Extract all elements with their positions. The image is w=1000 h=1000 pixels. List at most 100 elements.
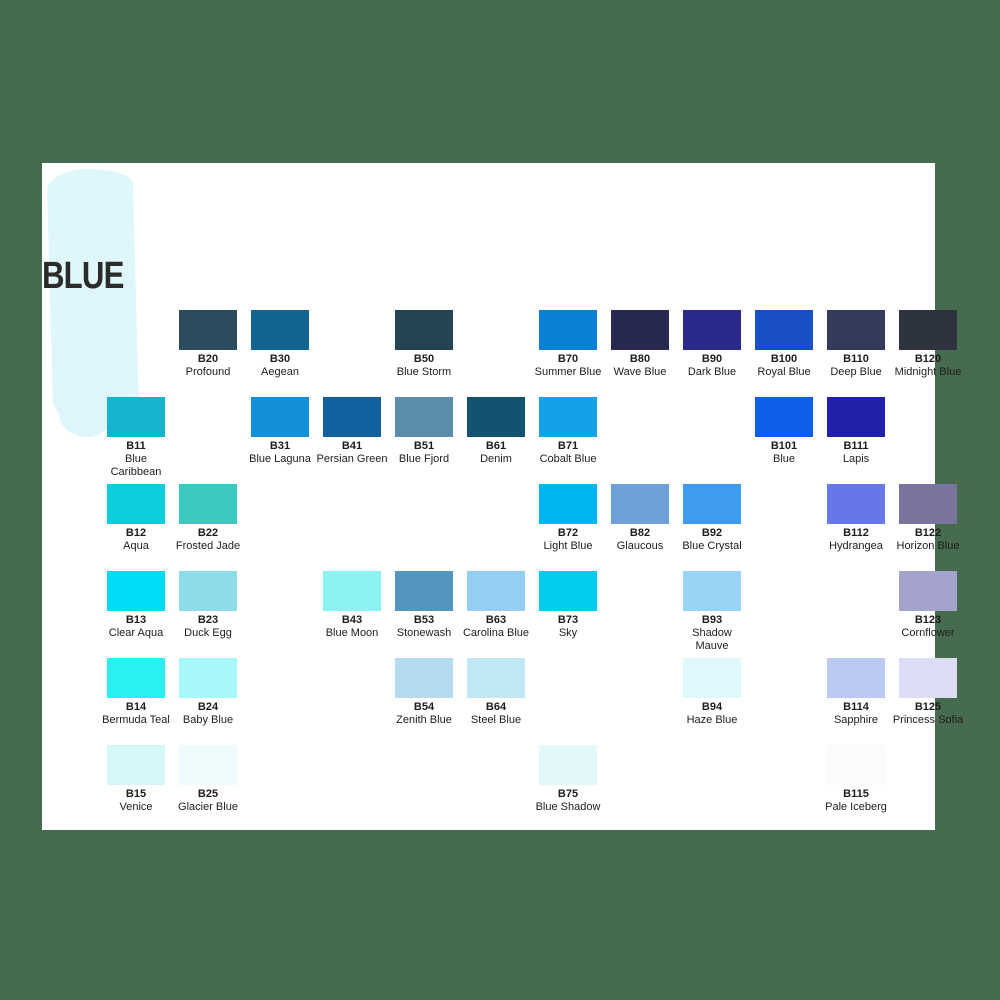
- swatch-cell-b11[interactable]: B11 Blue Caribbean: [100, 397, 172, 478]
- color-swatch-b92[interactable]: [683, 484, 741, 524]
- swatch-cell-b22[interactable]: B22 Frosted Jade: [172, 484, 244, 553]
- color-swatch-b93[interactable]: [683, 571, 741, 611]
- swatch-name: Glacier Blue: [178, 801, 238, 813]
- swatch-cell-b53[interactable]: B53 Stonewash: [388, 571, 460, 640]
- color-swatch-b100[interactable]: [755, 310, 813, 350]
- swatch-cell-b63[interactable]: B63 Carolina Blue: [460, 571, 532, 640]
- color-swatch-b101[interactable]: [755, 397, 813, 437]
- color-swatch-b12[interactable]: [107, 484, 165, 524]
- swatch-name: Glaucous: [616, 540, 664, 552]
- swatch-cell-b64[interactable]: B64 Steel Blue: [460, 658, 532, 727]
- swatch-cell-b125[interactable]: B125 Princess Sofia: [892, 658, 964, 727]
- swatch-cell-b43[interactable]: B43 Blue Moon: [316, 571, 388, 640]
- color-swatch-b110[interactable]: [827, 310, 885, 350]
- swatch-name: Steel Blue: [470, 714, 522, 726]
- swatch-cell-b90[interactable]: B90 Dark Blue: [676, 310, 748, 379]
- swatch-name: Aegean: [261, 366, 299, 378]
- swatch-cell-b24[interactable]: B24 Baby Blue: [172, 658, 244, 727]
- color-swatch-b125[interactable]: [899, 658, 957, 698]
- swatch-cell-b50[interactable]: B50 Blue Storm: [388, 310, 460, 379]
- color-swatch-b70[interactable]: [539, 310, 597, 350]
- color-swatch-b31[interactable]: [251, 397, 309, 437]
- swatch-code: B115: [843, 788, 869, 800]
- swatch-cell-b71[interactable]: B71 Cobalt Blue: [532, 397, 604, 466]
- swatch-code: B72: [557, 527, 579, 539]
- swatch-cell-b101[interactable]: B101 Blue: [748, 397, 820, 466]
- swatch-name: Blue Moon: [325, 627, 379, 639]
- swatch-code: B73: [557, 614, 579, 626]
- color-swatch-b25[interactable]: [179, 745, 237, 785]
- color-swatch-b90[interactable]: [683, 310, 741, 350]
- swatch-cell-b94[interactable]: B94 Haze Blue: [676, 658, 748, 727]
- color-swatch-b63[interactable]: [467, 571, 525, 611]
- swatch-cell-b70[interactable]: B70 Summer Blue: [532, 310, 604, 379]
- swatch-name: Princess Sofia: [892, 714, 964, 726]
- color-swatch-b41[interactable]: [323, 397, 381, 437]
- swatch-cell-b80[interactable]: B80 Wave Blue: [604, 310, 676, 379]
- swatch-grid: B20 Profound B30 Aegean B50 Blue Storm B70 Summ…: [42, 163, 963, 830]
- color-swatch-b112[interactable]: [827, 484, 885, 524]
- swatch-cell-b30[interactable]: B30 Aegean: [244, 310, 316, 379]
- color-swatch-b115[interactable]: [827, 745, 885, 785]
- color-swatch-b23[interactable]: [179, 571, 237, 611]
- swatch-cell-b20[interactable]: B20 Profound: [172, 310, 244, 379]
- color-swatch-b50[interactable]: [395, 310, 453, 350]
- swatch-name: Shadow Mauve: [692, 627, 732, 652]
- swatch-name: Aqua: [123, 540, 149, 552]
- swatch-cell-b54[interactable]: B54 Zenith Blue: [388, 658, 460, 727]
- color-swatch-b75[interactable]: [539, 745, 597, 785]
- swatch-cell-b23[interactable]: B23 Duck Egg: [172, 571, 244, 640]
- color-swatch-b15[interactable]: [107, 745, 165, 785]
- color-swatch-b22[interactable]: [179, 484, 237, 524]
- color-swatch-b80[interactable]: [611, 310, 669, 350]
- color-swatch-b30[interactable]: [251, 310, 309, 350]
- color-swatch-b24[interactable]: [179, 658, 237, 698]
- swatch-cell-b15[interactable]: B15 Venice: [100, 745, 172, 814]
- swatch-code: B93: [701, 614, 723, 626]
- swatch-cell-b123[interactable]: B123 Cornflower: [892, 571, 964, 640]
- swatch-cell-b51[interactable]: B51 Blue Fjord: [388, 397, 460, 466]
- swatch-cell-b93[interactable]: B93 Shadow Mauve: [676, 571, 748, 652]
- color-swatch-b72[interactable]: [539, 484, 597, 524]
- color-swatch-b54[interactable]: [395, 658, 453, 698]
- color-swatch-b13[interactable]: [107, 571, 165, 611]
- swatch-cell-b72[interactable]: B72 Light Blue: [532, 484, 604, 553]
- color-swatch-b114[interactable]: [827, 658, 885, 698]
- swatch-cell-b75[interactable]: B75 Blue Shadow: [532, 745, 604, 814]
- swatch-cell-b122[interactable]: B122 Horizon Blue: [892, 484, 964, 553]
- color-swatch-b111[interactable]: [827, 397, 885, 437]
- swatch-cell-b112[interactable]: B112 Hydrangea: [820, 484, 892, 553]
- color-swatch-b64[interactable]: [467, 658, 525, 698]
- swatch-cell-b25[interactable]: B25 Glacier Blue: [172, 745, 244, 814]
- swatch-cell-b82[interactable]: B82 Glaucous: [604, 484, 676, 553]
- color-swatch-b61[interactable]: [467, 397, 525, 437]
- color-swatch-b71[interactable]: [539, 397, 597, 437]
- swatch-cell-b114[interactable]: B114 Sapphire: [820, 658, 892, 727]
- swatch-cell-b92[interactable]: B92 Blue Crystal: [676, 484, 748, 553]
- swatch-cell-b73[interactable]: B73 Sky: [532, 571, 604, 640]
- color-swatch-b51[interactable]: [395, 397, 453, 437]
- color-swatch-b122[interactable]: [899, 484, 957, 524]
- swatch-cell-b110[interactable]: B110 Deep Blue: [820, 310, 892, 379]
- color-swatch-b53[interactable]: [395, 571, 453, 611]
- swatch-cell-b12[interactable]: B12 Aqua: [100, 484, 172, 553]
- swatch-cell-b120[interactable]: B120 Midnight Blue: [892, 310, 964, 379]
- swatch-cell-b31[interactable]: B31 Blue Laguna: [244, 397, 316, 466]
- swatch-cell-b100[interactable]: B100 Royal Blue: [748, 310, 820, 379]
- color-swatch-b73[interactable]: [539, 571, 597, 611]
- swatch-name: Clear Aqua: [108, 627, 164, 639]
- color-swatch-b14[interactable]: [107, 658, 165, 698]
- color-swatch-b120[interactable]: [899, 310, 957, 350]
- swatch-cell-b111[interactable]: B111 Lapis: [820, 397, 892, 466]
- swatch-cell-b13[interactable]: B13 Clear Aqua: [100, 571, 172, 640]
- swatch-cell-b41[interactable]: B41 Persian Green: [316, 397, 388, 466]
- swatch-cell-b14[interactable]: B14 Bermuda Teal: [100, 658, 172, 727]
- color-swatch-b94[interactable]: [683, 658, 741, 698]
- swatch-cell-b61[interactable]: B61 Denim: [460, 397, 532, 466]
- swatch-cell-b115[interactable]: B115 Pale Iceberg: [820, 745, 892, 814]
- color-swatch-b20[interactable]: [179, 310, 237, 350]
- color-swatch-b11[interactable]: [107, 397, 165, 437]
- color-swatch-b82[interactable]: [611, 484, 669, 524]
- color-swatch-b43[interactable]: [323, 571, 381, 611]
- color-swatch-b123[interactable]: [899, 571, 957, 611]
